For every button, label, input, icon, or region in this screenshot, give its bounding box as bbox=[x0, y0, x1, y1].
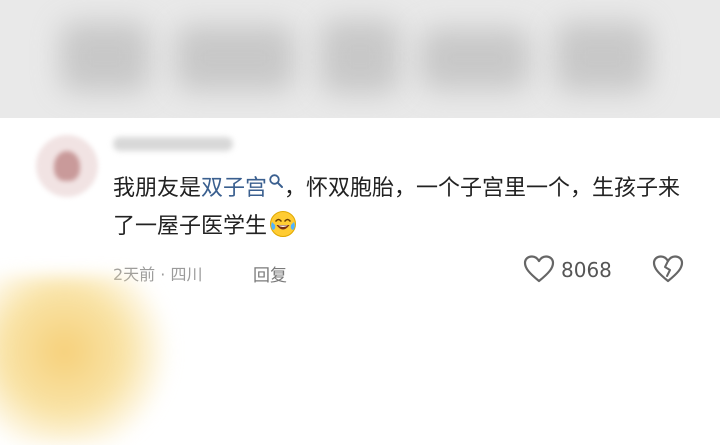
search-keyword-link[interactable]: 双子宫 bbox=[201, 176, 267, 201]
laughing-tears-emoji-icon bbox=[270, 211, 297, 237]
blurred-decoration bbox=[0, 275, 180, 445]
comment-text-before: 我朋友是 bbox=[113, 176, 202, 201]
blurred-header bbox=[0, 0, 720, 118]
like-count: 8068 bbox=[561, 258, 612, 282]
username-blurred[interactable] bbox=[113, 137, 233, 151]
reply-button[interactable]: 回复 bbox=[253, 261, 287, 286]
avatar[interactable] bbox=[36, 135, 98, 197]
broken-heart-icon[interactable] bbox=[652, 254, 684, 284]
search-icon[interactable] bbox=[268, 173, 284, 189]
heart-icon[interactable] bbox=[523, 254, 555, 284]
comment-text: 我朋友是双子宫 ，怀双胞胎，一个子宫里一个，生孩子来了一屋子医学生 bbox=[113, 170, 698, 246]
